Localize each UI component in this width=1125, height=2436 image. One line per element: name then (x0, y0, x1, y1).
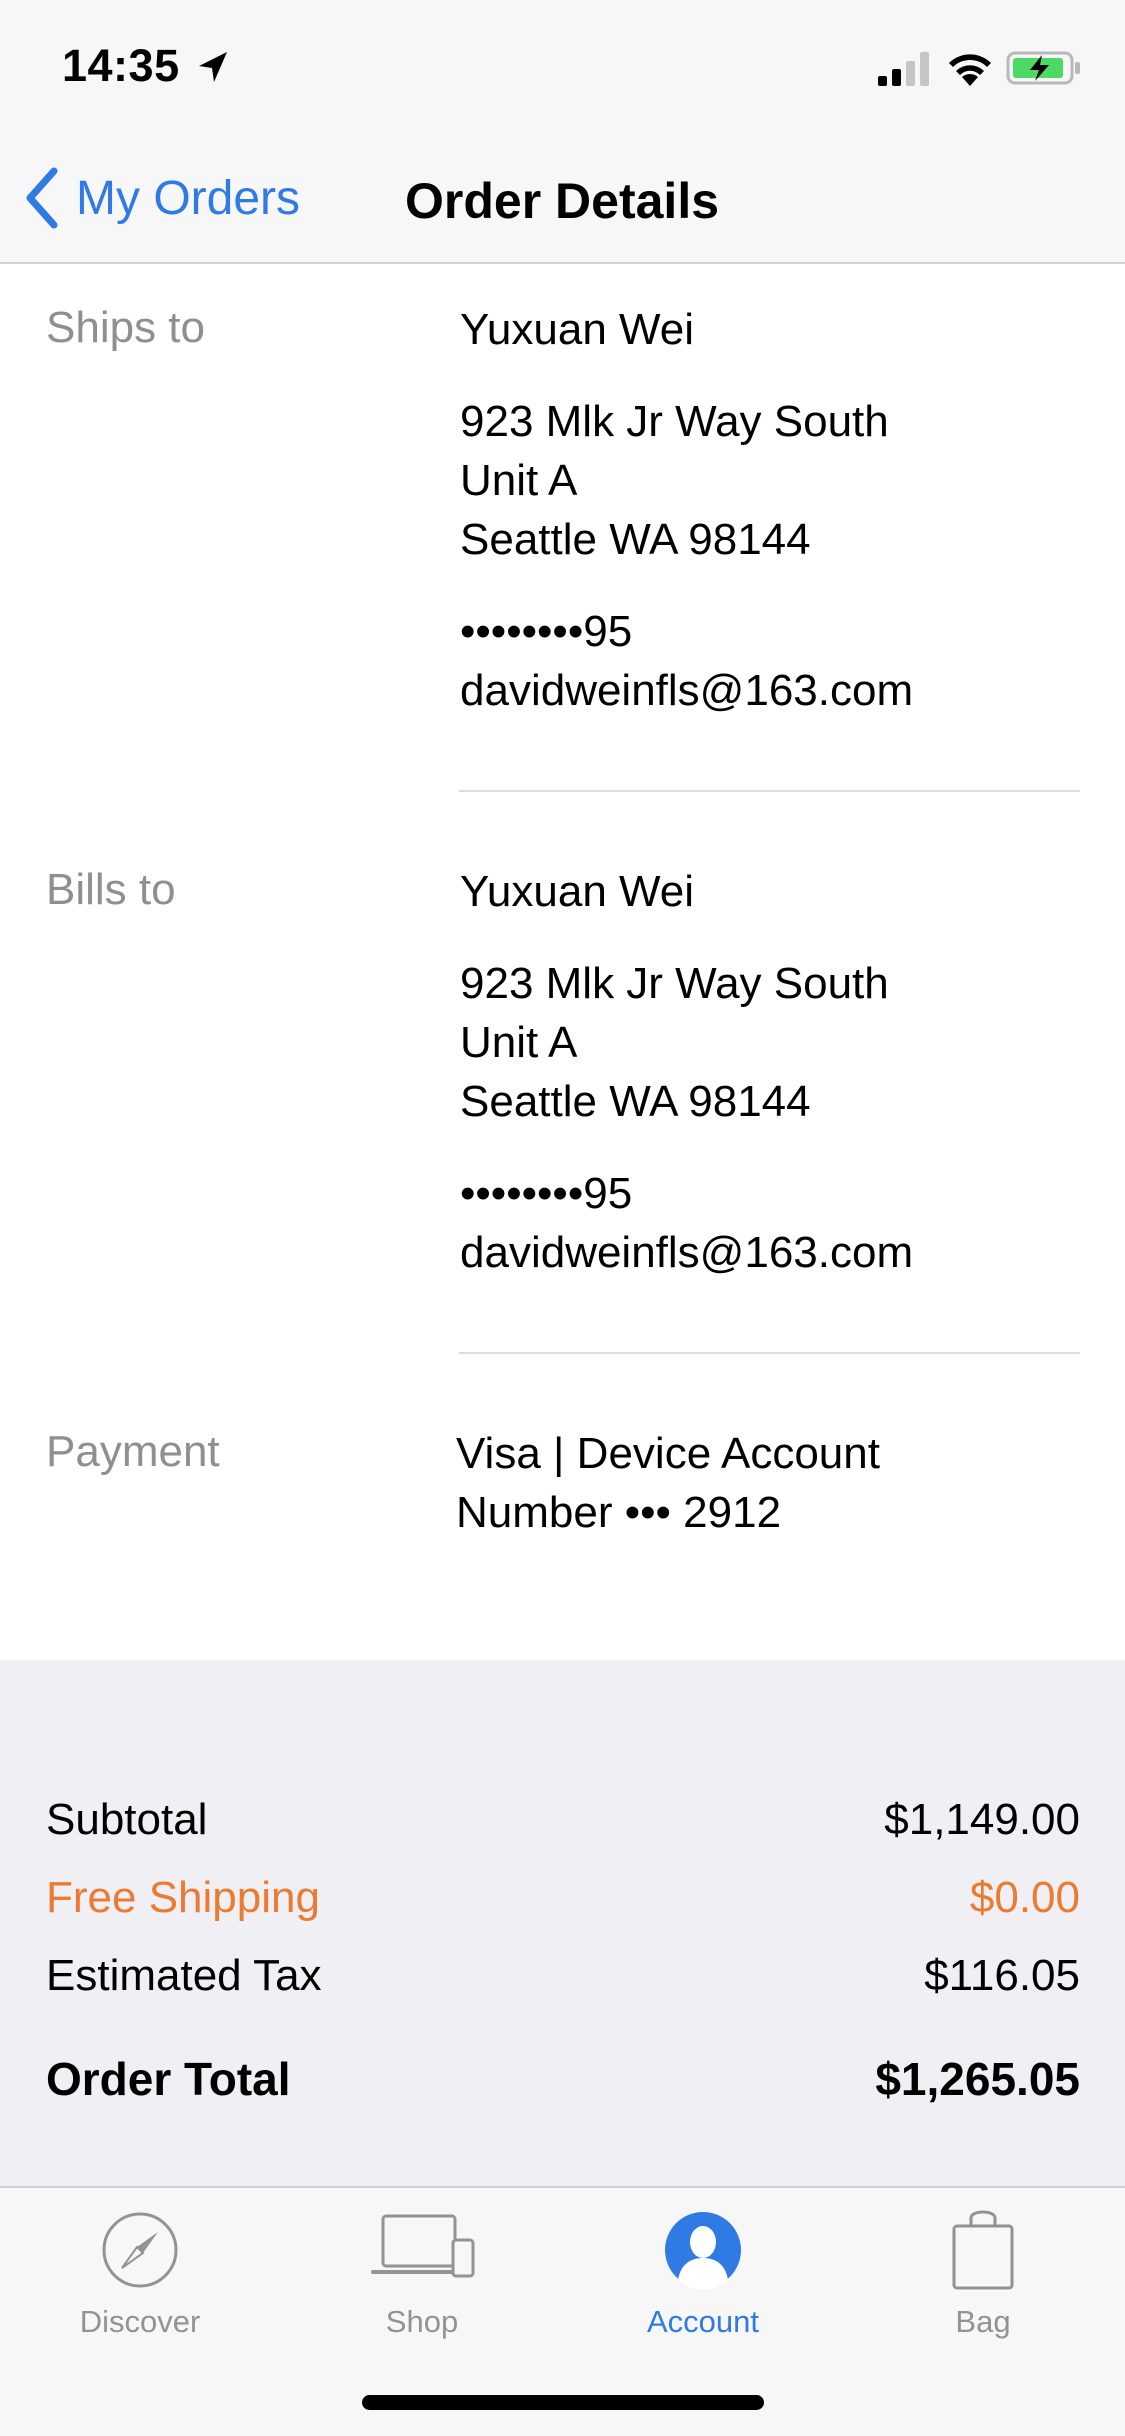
navigation-bar: My Orders Order Details (0, 132, 1125, 264)
battery-charging-icon (1006, 51, 1080, 85)
bills-to-address-line2: Unit A (460, 1018, 578, 1067)
total-row: Order Total $1,265.05 (46, 2052, 1080, 2106)
tab-shop[interactable]: Shop (322, 2206, 522, 2356)
bills-to-email: davidweinfls@163.com (460, 1228, 914, 1277)
tab-discover-label: Discover (79, 2304, 201, 2339)
chevron-left-icon (26, 167, 58, 229)
tab-bag-label: Bag (955, 2304, 1011, 2339)
ships-to-address-line3: Seattle WA 98144 (460, 515, 811, 564)
payment-line2: Number ••• 2912 (456, 1488, 782, 1537)
wifi-icon (949, 54, 991, 86)
tax-label: Estimated Tax (46, 1951, 322, 2000)
ships-to-phone: ••••••••95 (460, 607, 633, 656)
total-value: $1,265.05 (875, 2053, 1080, 2105)
status-bar: 14:35 (0, 0, 1125, 132)
payment-line1: Visa | Device Account (456, 1429, 880, 1478)
tab-bag[interactable]: Bag (883, 2206, 1083, 2356)
ships-to-details: Yuxuan Wei 923 Mlk Jr Way South Unit A S… (460, 300, 913, 720)
ships-to-label: Ships to (46, 303, 205, 352)
page-title: Order Details (405, 173, 720, 229)
shipping-label: Free Shipping (46, 1873, 320, 1922)
location-arrow-icon (199, 52, 227, 82)
tab-account-label: Account (646, 2304, 759, 2339)
back-button[interactable]: My Orders (22, 166, 300, 230)
ships-to-address-line1: 923 Mlk Jr Way South (460, 397, 889, 446)
separator (459, 1352, 1080, 1354)
bills-to-address-line1: 923 Mlk Jr Way South (460, 959, 889, 1008)
subtotal-value: $1,149.00 (884, 1795, 1080, 1844)
signal-icon (878, 52, 929, 86)
subtotal-label: Subtotal (46, 1795, 208, 1844)
ships-to-email: davidweinfls@163.com (460, 666, 914, 715)
shipping-row: Free Shipping $0.00 (46, 1873, 1080, 1923)
bills-to-phone: ••••••••95 (460, 1169, 633, 1218)
tax-value: $116.05 (924, 1951, 1080, 2000)
tab-discover[interactable]: Discover (40, 2206, 240, 2356)
bag-icon (952, 2210, 1014, 2290)
devices-icon (371, 2214, 475, 2278)
status-time: 14:35 (62, 40, 180, 91)
account-icon (665, 2212, 741, 2290)
total-label: Order Total (46, 2053, 291, 2105)
back-button-label: My Orders (76, 171, 301, 225)
shipping-value: $0.00 (969, 1873, 1080, 1922)
payment-details: Visa | Device Account Number ••• 2912 (456, 1424, 880, 1542)
bills-to-details: Yuxuan Wei 923 Mlk Jr Way South Unit A S… (460, 862, 913, 1282)
ships-to-address-line2: Unit A (460, 456, 578, 505)
ships-to-name: Yuxuan Wei (460, 305, 695, 354)
home-indicator (362, 2395, 764, 2410)
tax-row: Estimated Tax $116.05 (46, 1951, 1080, 2001)
subtotal-row: Subtotal $1,149.00 (46, 1795, 1080, 1845)
bills-to-name: Yuxuan Wei (460, 867, 695, 916)
bills-to-label: Bills to (46, 865, 176, 914)
tab-account[interactable]: Account (603, 2206, 803, 2356)
payment-label: Payment (46, 1427, 220, 1476)
tab-shop-label: Shop (385, 2304, 459, 2339)
separator (459, 790, 1080, 792)
compass-icon (102, 2212, 178, 2288)
order-summary: Subtotal $1,149.00 Free Shipping $0.00 E… (0, 1660, 1125, 2186)
bills-to-address-line3: Seattle WA 98144 (460, 1077, 811, 1126)
